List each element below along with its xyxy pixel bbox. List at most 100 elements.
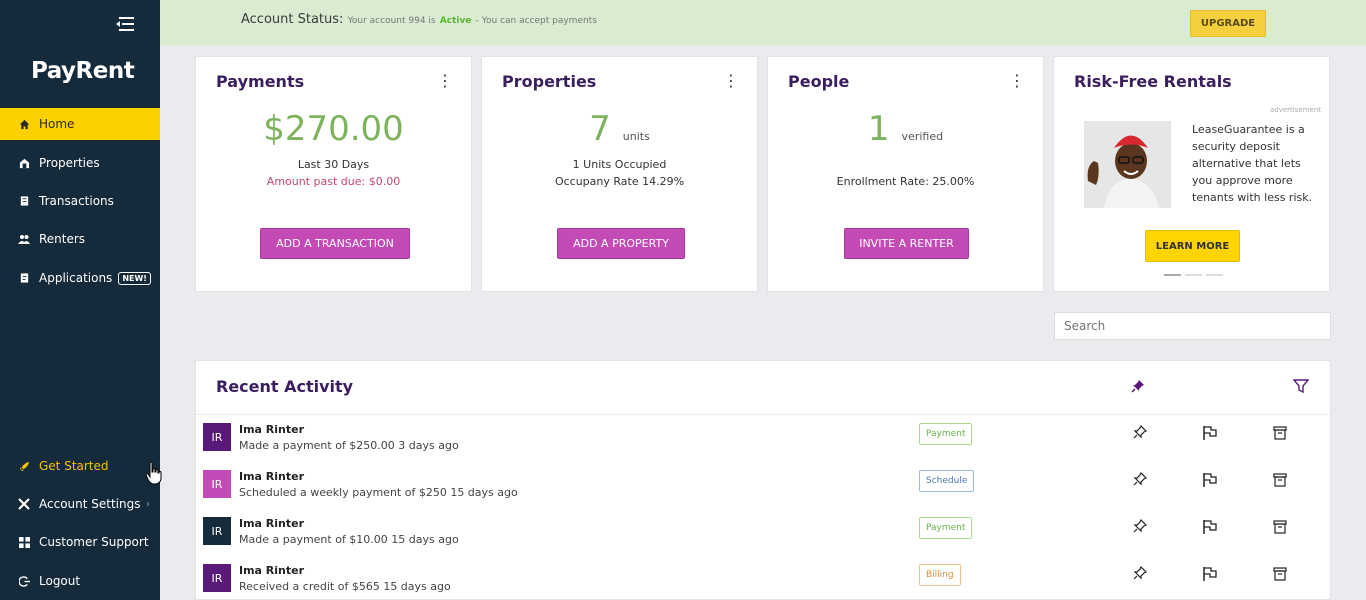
avatar: IR [203, 470, 231, 498]
flag-icon[interactable] [1202, 566, 1218, 582]
sidebar-item-label: Transactions [39, 194, 114, 208]
people-count-block: 1 verified [768, 109, 1043, 149]
pin-icon[interactable] [1133, 425, 1147, 439]
card-title: Risk-Free Rentals [1074, 72, 1232, 91]
activity-row[interactable]: IR Ima Rinter Scheduled a weekly payment… [196, 470, 1330, 517]
logout-icon [18, 575, 30, 587]
carousel-dot[interactable] [1185, 274, 1202, 276]
status-title: Account Status: [241, 12, 344, 27]
filter-icon[interactable] [1293, 378, 1309, 394]
people-count: 1 [867, 109, 890, 149]
amount-past-due: Amount past due: $0.00 [266, 175, 401, 188]
sidebar-item-label: Account Settings [39, 497, 141, 511]
card-title: Properties [502, 72, 597, 91]
renter-name[interactable]: Ima Rinter [239, 517, 304, 530]
search-input[interactable] [1054, 312, 1331, 340]
new-badge: NEW! [118, 271, 151, 285]
payments-amount-block: $270.00 [196, 109, 471, 149]
pin-icon[interactable] [1133, 472, 1147, 486]
avatar: IR [203, 517, 231, 545]
schedule-tag: Schedule [919, 470, 975, 492]
avatar: IR [203, 564, 231, 592]
activity-description: Received a credit of $565 15 days ago [239, 580, 451, 593]
sidebar-item-label: Applications [39, 271, 113, 285]
archive-icon[interactable] [1272, 566, 1288, 582]
renters-icon [18, 233, 30, 245]
activity-description: Made a payment of $250.00 3 days ago [239, 439, 459, 452]
activity-row[interactable]: IR Ima Rinter Received a credit of $565 … [196, 564, 1330, 600]
sidebar-item-applications[interactable]: Applications NEW! [0, 262, 160, 294]
sidebar-item-customer-support[interactable]: Customer Support [0, 526, 160, 558]
payments-amount: $270.00 [263, 109, 404, 149]
sidebar-item-transactions[interactable]: Transactions [0, 185, 160, 217]
ad-card: Risk-Free Rentals advertisement LeaseGua… [1053, 56, 1330, 292]
divider [196, 414, 1330, 415]
support-icon [18, 536, 30, 548]
recent-activity-title: Recent Activity [216, 377, 354, 396]
activity-row[interactable]: IR Ima Rinter Made a payment of $10.00 1… [196, 517, 1330, 564]
properties-count-block: 7 units [482, 109, 757, 149]
menu-collapse-icon[interactable] [116, 16, 134, 32]
account-status-bar: Account Status: Your account 994 is Acti… [160, 0, 1366, 45]
people-unit: verified [901, 130, 944, 143]
status-active: Active [439, 16, 472, 26]
sidebar-item-properties[interactable]: Properties [0, 147, 160, 179]
logo-text: PayRent [31, 58, 135, 84]
flag-icon[interactable] [1202, 425, 1218, 441]
transactions-icon [18, 195, 30, 207]
carousel-dots[interactable] [1164, 274, 1223, 276]
home-icon [18, 118, 30, 130]
tools-icon [18, 498, 30, 510]
renter-name[interactable]: Ima Rinter [239, 564, 304, 577]
sidebar-item-account-settings[interactable]: Account Settings › [0, 488, 160, 520]
add-transaction-button[interactable]: ADD A TRANSACTION [260, 228, 410, 259]
sidebar-item-renters[interactable]: Renters [0, 223, 160, 255]
recent-activity-panel: Recent Activity IR Ima Rinter Made a pay… [195, 360, 1331, 600]
properties-icon [18, 157, 30, 169]
sidebar-item-label: Home [39, 117, 75, 131]
archive-icon[interactable] [1272, 519, 1288, 535]
sidebar-item-label: Properties [39, 156, 100, 170]
pin-filter-icon[interactable] [1131, 379, 1145, 393]
more-options-icon[interactable]: ⋮ [723, 73, 739, 89]
card-title: People [788, 72, 850, 91]
flag-icon[interactable] [1202, 472, 1218, 488]
ad-text: LeaseGuarantee is a security deposit alt… [1192, 123, 1313, 204]
pin-icon[interactable] [1133, 566, 1147, 580]
sidebar-item-home[interactable]: Home [0, 108, 160, 140]
learn-more-button[interactable]: LEARN MORE [1145, 230, 1240, 262]
status-suffix: - You can accept payments [475, 16, 597, 26]
more-options-icon[interactable]: ⋮ [437, 73, 453, 89]
add-property-button[interactable]: ADD A PROPERTY [557, 228, 685, 259]
sidebar-item-label: Get Started [39, 459, 109, 473]
card-title: Payments [216, 72, 305, 91]
activity-description: Scheduled a weekly payment of $250 15 da… [239, 486, 518, 499]
upgrade-button[interactable]: UPGRADE [1190, 10, 1266, 37]
payments-period: Last 30 Days [297, 158, 370, 171]
sidebar-item-label: Renters [39, 232, 86, 246]
applications-icon [18, 272, 30, 284]
sidebar-item-get-started[interactable]: Get Started [0, 450, 160, 482]
properties-unit: units [622, 130, 650, 143]
advertisement-label: advertisement [1269, 106, 1321, 114]
activity-row[interactable]: IR Ima Rinter Made a payment of $250.00 … [196, 423, 1330, 470]
archive-icon[interactable] [1272, 425, 1288, 441]
flag-icon[interactable] [1202, 519, 1218, 535]
renter-name[interactable]: Ima Rinter [239, 470, 304, 483]
carousel-dot[interactable] [1164, 274, 1181, 276]
renter-name[interactable]: Ima Rinter [239, 423, 304, 436]
sidebar: PayRent Home Properties Transactions Ren… [0, 0, 162, 600]
occupancy-rate: Occupany Rate 14.29% [554, 175, 685, 188]
avatar: IR [203, 423, 231, 451]
pin-icon[interactable] [1133, 519, 1147, 533]
payrent-logo[interactable]: PayRent [31, 58, 135, 84]
sidebar-item-label: Logout [39, 574, 81, 588]
invite-renter-button[interactable]: INVITE A RENTER [844, 228, 969, 259]
units-occupied: 1 Units Occupied [572, 158, 667, 171]
sidebar-item-logout[interactable]: Logout [0, 565, 160, 597]
carousel-dot[interactable] [1206, 274, 1223, 276]
payment-tag: Payment [919, 517, 973, 539]
enrollment-rate: Enrollment Rate: 25.00% [836, 175, 975, 188]
archive-icon[interactable] [1272, 472, 1288, 488]
more-options-icon[interactable]: ⋮ [1009, 73, 1025, 89]
